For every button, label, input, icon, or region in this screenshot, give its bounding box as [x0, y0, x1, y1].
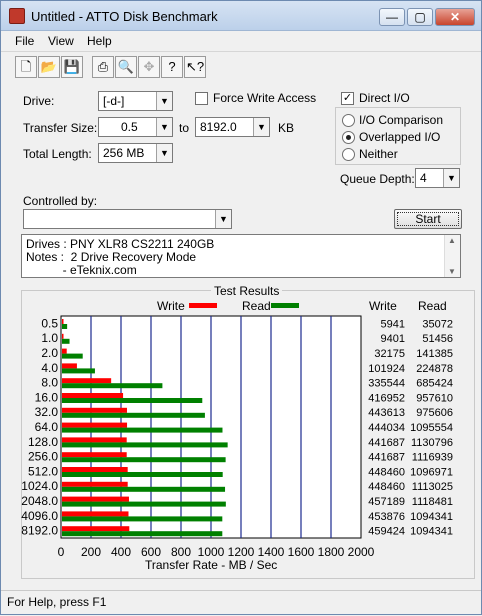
y-tick-label: 512.0 — [28, 464, 58, 478]
x-tick-label: 0 — [58, 545, 65, 559]
read-value: 1095554 — [410, 422, 453, 434]
read-bar — [62, 472, 223, 477]
y-tick-label: 64.0 — [35, 420, 59, 434]
write-value: 459424 — [368, 526, 405, 538]
write-value: 448460 — [368, 481, 405, 493]
write-bar — [62, 363, 77, 369]
read-bar — [62, 442, 228, 448]
read-value: 1094341 — [410, 511, 453, 523]
read-bar — [62, 516, 223, 522]
y-tick-label: 2048.0 — [21, 494, 58, 508]
read-bar — [62, 531, 223, 537]
x-tick-label: 1400 — [258, 545, 285, 559]
read-bar — [62, 501, 226, 507]
y-tick-label: 16.0 — [35, 390, 59, 404]
read-value: 1113025 — [412, 481, 453, 493]
x-tick-label: 1800 — [318, 545, 345, 559]
write-value: 443613 — [368, 407, 405, 419]
y-tick-label: 256.0 — [28, 450, 58, 464]
x-tick-label: 600 — [141, 545, 161, 559]
write-bar — [62, 393, 124, 398]
read-bar — [62, 398, 203, 403]
write-bar — [62, 319, 64, 324]
read-bar — [62, 353, 83, 359]
y-tick-label: 0.5 — [41, 316, 58, 330]
write-value: 441687 — [368, 437, 405, 449]
x-tick-label: 2000 — [348, 545, 375, 559]
y-tick-label: 1.0 — [41, 331, 58, 345]
write-value: 9401 — [381, 333, 405, 345]
read-bar — [62, 368, 95, 374]
read-value: 1096971 — [410, 466, 453, 478]
write-bar — [62, 467, 128, 472]
write-bar — [62, 348, 67, 354]
write-bar — [62, 496, 129, 502]
write-value: 32175 — [374, 348, 405, 360]
write-value: 335544 — [368, 378, 405, 390]
write-bar — [62, 481, 128, 487]
read-value: 685424 — [416, 378, 453, 390]
write-value: 416952 — [368, 392, 405, 404]
write-bar — [62, 437, 127, 443]
write-bar — [62, 407, 127, 413]
read-value: 51456 — [422, 333, 453, 345]
write-value: 448460 — [368, 466, 405, 478]
read-bar — [62, 412, 205, 418]
y-tick-label: 128.0 — [28, 435, 58, 449]
read-value: 1116939 — [412, 452, 453, 464]
write-value: 101924 — [368, 363, 405, 375]
read-value: 1094341 — [410, 526, 453, 538]
y-tick-label: 8.0 — [41, 376, 58, 390]
read-bar — [62, 324, 68, 329]
write-value: 5941 — [381, 318, 405, 330]
read-value: 975606 — [416, 407, 453, 419]
status-bar: For Help, press F1 — [1, 590, 481, 614]
read-value: 1118481 — [412, 496, 453, 508]
write-value: 457189 — [368, 496, 405, 508]
x-tick-label: 1200 — [228, 545, 255, 559]
status-text: For Help, press F1 — [7, 595, 107, 609]
write-bar — [62, 452, 127, 458]
write-bar — [62, 511, 129, 517]
y-tick-label: 2.0 — [41, 346, 58, 360]
read-value: 1130796 — [411, 437, 453, 449]
x-tick-label: 1600 — [288, 545, 315, 559]
y-tick-label: 32.0 — [35, 405, 59, 419]
y-tick-label: 1024.0 — [21, 479, 58, 493]
read-bar — [62, 383, 163, 389]
write-bar — [62, 378, 112, 384]
x-axis-label: Transfer Rate - MB / Sec — [145, 558, 278, 572]
read-value: 141385 — [416, 348, 453, 360]
read-bar — [62, 457, 226, 463]
x-tick-label: 400 — [111, 545, 131, 559]
read-bar — [62, 486, 226, 492]
y-tick-label: 4096.0 — [21, 509, 58, 523]
write-value: 453876 — [368, 511, 405, 523]
read-bar — [62, 427, 223, 433]
write-bar — [62, 526, 130, 532]
x-tick-label: 1000 — [198, 545, 225, 559]
x-tick-label: 200 — [81, 545, 101, 559]
app-window: Untitled - ATTO Disk Benchmark — ▢ ✕ Fil… — [0, 0, 482, 615]
read-value: 224878 — [416, 363, 453, 375]
y-tick-label: 4.0 — [41, 361, 58, 375]
transfer-rate-chart: 0 200 400 600 800 1000 1200 1400 1600 1800 2000 0.5… — [21, 315, 453, 559]
x-tick-label: 800 — [171, 545, 191, 559]
write-bar — [62, 422, 128, 428]
read-value: 35072 — [422, 318, 453, 330]
read-value: 957610 — [416, 392, 453, 404]
write-bar — [62, 333, 64, 339]
write-value: 444034 — [368, 422, 405, 434]
y-tick-label: 8192.0 — [21, 524, 58, 538]
read-bar — [62, 338, 70, 344]
write-value: 441687 — [368, 452, 405, 464]
